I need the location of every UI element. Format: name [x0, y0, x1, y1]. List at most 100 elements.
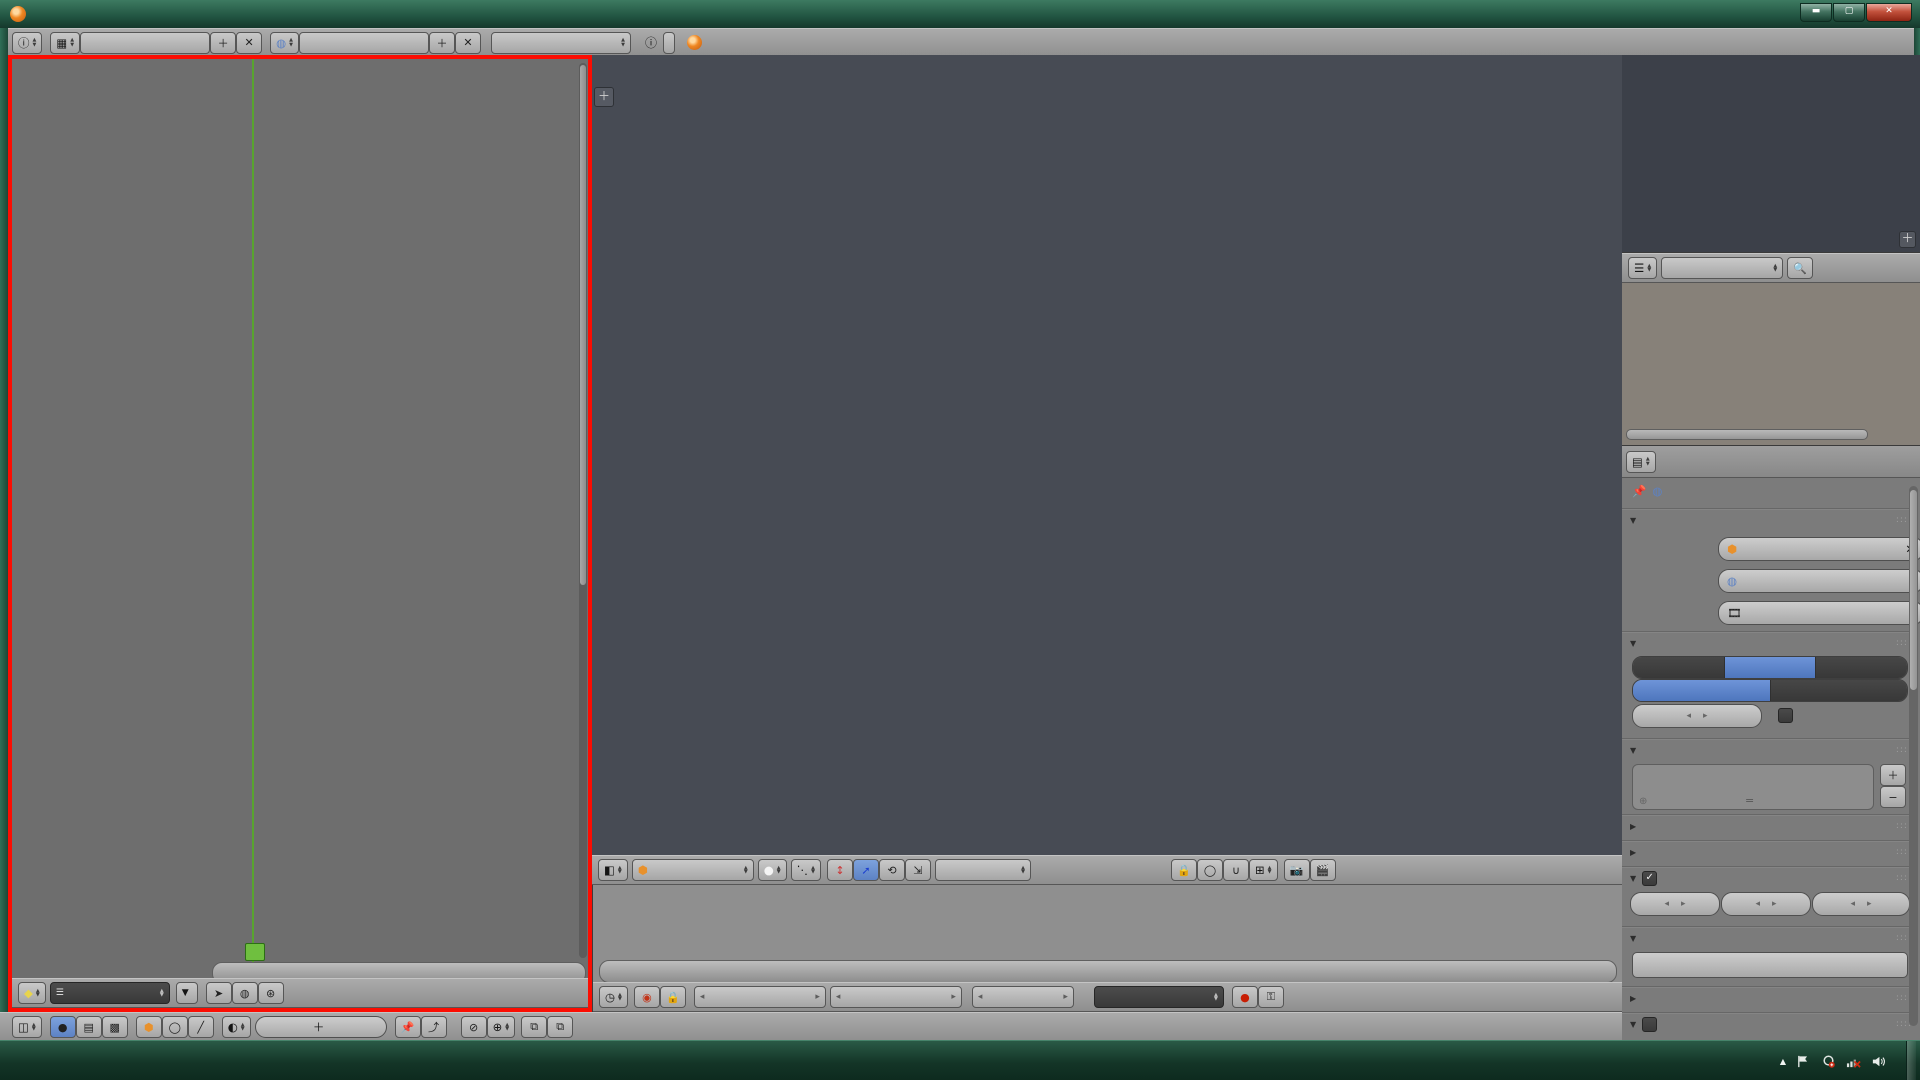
panel-header-color-management[interactable]: ▶::::	[1622, 814, 1912, 837]
linestyle-shader-button[interactable]: ╱	[188, 1016, 214, 1038]
panel-header-keying-sets[interactable]: ▼::::	[1622, 738, 1912, 761]
keying-set-button[interactable]: ⚿	[1258, 986, 1284, 1008]
maximize-button[interactable]: ▢	[1833, 3, 1865, 22]
background-field[interactable]: ◍	[1718, 569, 1920, 593]
snap-keys-button[interactable]: ⊛	[258, 982, 284, 1004]
add-scene-button[interactable]: ＋	[429, 32, 455, 54]
preview-properties-expand-button[interactable]: ＋	[1899, 231, 1916, 248]
properties-editor[interactable]: ▤▲▼ 📌◍ ▼:::: ⬢✕ ◍ 🎞 ▼:::: ◂▸ ▼:::: ⊕ =	[1622, 445, 1920, 1041]
manipulator-translate-button[interactable]: ↕	[827, 859, 853, 881]
panel-header-audio[interactable]: ▶::::	[1622, 840, 1912, 863]
render-engine-select[interactable]: ▲▼	[491, 32, 631, 54]
keying-sets-list[interactable]: ⊕ =	[1632, 764, 1874, 810]
show-desktop-button[interactable]	[1906, 1041, 1916, 1080]
timeline-editor[interactable]: ◷▲▼ ◉ 🔒 ◂▸ ◂▸ ◂▸ ▲▼ ● ⚿	[592, 885, 1623, 1012]
dopesheet-editor[interactable]: ◆▲▼ ☰▲▼ ▼ ➤ ◍ ⊛	[8, 55, 592, 1012]
render-opengl-button[interactable]: 📷	[1284, 859, 1310, 881]
title-bar[interactable]: ▬ ▢ ✕	[0, 0, 1920, 29]
display-mode-select[interactable]: ▲▼	[1661, 257, 1783, 279]
frame-start-field[interactable]: ◂▸	[694, 986, 826, 1008]
texture-nodes-button[interactable]: ▤	[76, 1016, 102, 1038]
outliner-editor-selector[interactable]: ☰▲▼	[1628, 257, 1657, 279]
dopesheet-editor-selector[interactable]: ◆▲▼	[18, 982, 46, 1004]
compositing-nodes-button[interactable]: ▩	[102, 1016, 128, 1038]
render-opengl-anim-button[interactable]: 🎬	[1310, 859, 1336, 881]
node-pin-button[interactable]: 📌	[395, 1016, 421, 1038]
toolshelf-expand-button[interactable]: ＋	[594, 87, 614, 107]
scene-icon-button[interactable]: ◍▲▼	[270, 32, 299, 54]
units-metric-button[interactable]	[1724, 657, 1816, 678]
dopesheet-scrollbar[interactable]	[579, 63, 587, 958]
current-frame-indicator[interactable]	[245, 943, 265, 961]
lock-to-scene-button[interactable]: 🔒	[1171, 859, 1197, 881]
screen-layout-icon-button[interactable]: ▦▲▼	[50, 32, 80, 54]
outliner-search-button[interactable]: 🔍	[1787, 257, 1813, 279]
panel-header-simplify[interactable]: ▼::::	[1622, 1012, 1912, 1035]
panel-header-units[interactable]: ▼::::	[1622, 631, 1912, 654]
outliner-editor[interactable]: ☰▲▼ ▲▼ 🔍	[1622, 252, 1920, 446]
dopesheet-mode-select[interactable]: ☰▲▼	[50, 982, 170, 1004]
units-none-button[interactable]	[1633, 657, 1724, 678]
update-status-icon[interactable]	[1821, 1054, 1836, 1069]
autokey-record-button[interactable]: ◉	[634, 986, 660, 1008]
ghost-frames-button[interactable]: ◍	[232, 982, 258, 1004]
node-snap-toggle-button[interactable]: ⊘	[461, 1016, 487, 1038]
gravity-y-field[interactable]: ◂▸	[1721, 892, 1811, 916]
add-layout-button[interactable]: ＋	[210, 32, 236, 54]
add-rigid-body-world-button[interactable]	[1632, 952, 1908, 978]
record-button[interactable]: ●	[1232, 986, 1258, 1008]
shader-nodes-button[interactable]: ●	[50, 1016, 76, 1038]
remove-keying-set-button[interactable]: −	[1880, 786, 1906, 808]
packed-files-button[interactable]	[663, 32, 675, 54]
viewport-3d[interactable]: ＋ ◧▲▼ ⬢▲▼ ●▲▼ ⋱▲▼ ↕ ➚ ⟲ ⇲ ▲▼ 🔒 ◯ ∪ ⊞▲▼ 📷…	[592, 55, 1622, 885]
shading-select[interactable]: ●▲▼	[758, 859, 787, 881]
material-slot-select[interactable]: ◐▲▼	[222, 1016, 251, 1038]
frame-end-field[interactable]: ◂▸	[830, 986, 962, 1008]
snap-magnet-button[interactable]: ∪	[1223, 859, 1249, 881]
volume-icon[interactable]	[1871, 1054, 1886, 1069]
camera-preview-viewport[interactable]: ＋	[1622, 55, 1920, 252]
snap-element-select[interactable]: ⊞▲▼	[1249, 859, 1278, 881]
object-shader-button[interactable]: ⬢	[136, 1016, 162, 1038]
viewport-scene[interactable]	[592, 55, 1622, 857]
camera-field[interactable]: ⬢✕	[1718, 537, 1920, 561]
node-snap-element-select[interactable]: ⊕▲▼	[487, 1016, 516, 1038]
delete-layout-button[interactable]: ✕	[236, 32, 262, 54]
copy-nodes-button[interactable]: ⧉	[521, 1016, 547, 1038]
camera-preview-scene[interactable]	[1622, 55, 1920, 252]
add-keying-set-button[interactable]: ＋	[1880, 764, 1906, 786]
new-material-button[interactable]: ＋	[255, 1016, 387, 1038]
panel-header-custom-properties[interactable]: ▶::::	[1622, 986, 1912, 1009]
units-imperial-button[interactable]	[1815, 657, 1907, 678]
scene-field[interactable]	[299, 32, 429, 54]
minimize-button[interactable]: ▬	[1800, 3, 1832, 22]
pivot-select[interactable]: ⋱▲▼	[791, 859, 821, 881]
cursor-tool-button[interactable]: ➤	[206, 982, 232, 1004]
dopesheet-filter-field[interactable]: ▼	[176, 982, 198, 1004]
properties-scrollbar[interactable]	[1909, 486, 1918, 1026]
editor-type-selector[interactable]: ⓘ▲▼	[12, 32, 42, 54]
timeline-editor-selector[interactable]: ◷▲▼	[599, 986, 628, 1008]
world-shader-button[interactable]: ◯	[162, 1016, 188, 1038]
panel-header-rigid-body[interactable]: ▼::::	[1622, 926, 1912, 949]
screen-layout-field[interactable]	[80, 32, 210, 54]
tray-expand-icon[interactable]: ▲	[1780, 1057, 1786, 1066]
current-frame-line[interactable]	[252, 59, 254, 962]
node-parent-up-button[interactable]: ⤴	[421, 1016, 447, 1038]
timeline-content[interactable]	[593, 885, 1623, 958]
proportional-edit-button[interactable]: ◯	[1197, 859, 1223, 881]
dopesheet-main[interactable]	[12, 59, 588, 980]
properties-editor-selector[interactable]: ▤▲▼	[1626, 451, 1656, 473]
network-status-icon[interactable]	[1846, 1054, 1861, 1069]
units-radians-button[interactable]	[1770, 680, 1908, 701]
separate-units-checkbox[interactable]	[1778, 708, 1793, 723]
manipulator-active-button[interactable]: ➚	[853, 859, 879, 881]
simplify-checkbox[interactable]	[1642, 1017, 1657, 1032]
gravity-checkbox[interactable]: ✓	[1642, 871, 1657, 886]
current-frame-field[interactable]: ◂▸	[972, 986, 1074, 1008]
autokey-lock-button[interactable]: 🔒	[660, 986, 686, 1008]
timeline-ruler[interactable]	[599, 960, 1617, 983]
sync-mode-select[interactable]: ▲▼	[1094, 986, 1224, 1008]
viewport-editor-selector[interactable]: ◧▲▼	[598, 859, 628, 881]
panel-header-gravity[interactable]: ▼✓::::	[1622, 866, 1912, 889]
